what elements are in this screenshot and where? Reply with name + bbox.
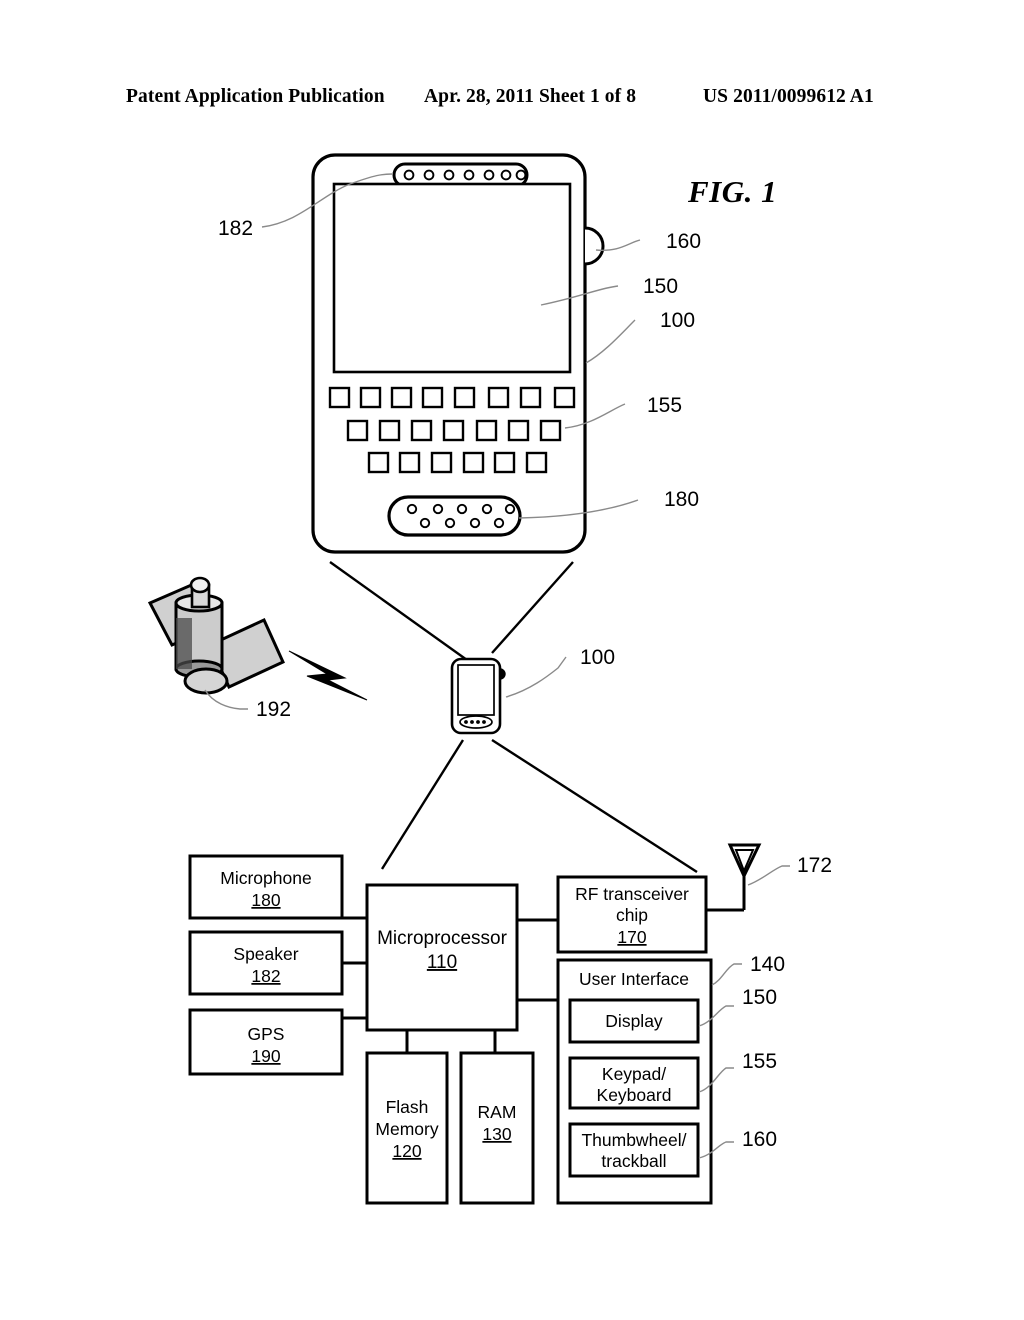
block-microprocessor-label: Microprocessor (377, 928, 508, 949)
patent-figure-drawing: 182 160 150 100 155 180 192 100 172 Micr… (147, 153, 832, 1205)
block-gps-num: 190 (251, 1046, 280, 1066)
block-gps-label: GPS (248, 1024, 285, 1044)
small-device-icon (450, 657, 506, 735)
device-microphone-grill (387, 495, 522, 537)
connector-device-to-top-left (329, 561, 468, 661)
block-flash-memory-num: 120 (392, 1141, 421, 1161)
callout-160-block: 160 (742, 1128, 777, 1151)
callout-150: 150 (643, 275, 678, 298)
block-microprocessor-num: 110 (427, 952, 457, 973)
block-keypad-label-line2: Keyboard (597, 1085, 672, 1105)
callout-160: 160 (666, 230, 701, 253)
block-flash-memory-label-line1: Flash (386, 1097, 429, 1117)
connector-device-to-bottom-right (491, 738, 698, 874)
block-microphone: Microphone 180 (188, 854, 344, 920)
block-keypad-label-line1: Keypad/ (602, 1064, 666, 1084)
block-thumbwheel-label-line1: Thumbwheel/ (581, 1130, 686, 1150)
callout-155: 155 (647, 394, 682, 417)
signal-lightning-bolt (288, 650, 368, 701)
block-flash-memory-label-line2: Memory (375, 1119, 438, 1139)
block-rf-transceiver-label-line1: RF transceiver (575, 884, 689, 904)
block-microphone-num: 180 (251, 890, 280, 910)
block-rf-transceiver-num: 170 (617, 927, 646, 947)
block-ram-label: RAM (478, 1102, 517, 1122)
callout-180-top: 180 (664, 488, 699, 511)
callout-100-top: 100 (660, 309, 695, 332)
block-diagram: 172 Microphone 180 Speaker 182 GPS 190 M… (188, 843, 832, 1205)
block-speaker: Speaker 182 (188, 930, 344, 996)
leader-line-device-top (585, 319, 636, 364)
block-rf-transceiver-label-line2: chip (616, 905, 648, 925)
block-ram: RAM 130 (459, 1051, 535, 1205)
callout-192: 192 (256, 698, 291, 721)
callout-140: 140 (750, 953, 785, 976)
block-ram-num: 130 (482, 1124, 511, 1144)
block-microphone-label: Microphone (220, 868, 311, 888)
block-flash-memory: Flash Memory 120 (365, 1051, 449, 1205)
block-display: Display (568, 998, 700, 1044)
block-thumbwheel-trackball: Thumbwheel/ trackball (568, 1122, 700, 1178)
device-display-screen (332, 182, 572, 374)
block-rf-transceiver: RF transceiver chip 170 (556, 875, 708, 954)
block-gps: GPS 190 (188, 1008, 344, 1076)
block-speaker-label: Speaker (233, 944, 298, 964)
callout-155-block: 155 (742, 1050, 777, 1073)
antenna-icon (727, 843, 762, 880)
connector-device-to-bottom-left (380, 739, 465, 870)
leader-line-small-device (505, 656, 567, 698)
handheld-device-illustration: 182 160 150 100 155 180 (218, 153, 701, 554)
device-thumbwheel (584, 226, 605, 266)
network-illustration: 192 100 (147, 561, 698, 874)
callout-172: 172 (797, 854, 832, 877)
callout-182: 182 (218, 217, 253, 240)
leader-line-user-interface (711, 963, 742, 986)
block-speaker-num: 182 (251, 966, 280, 986)
block-thumbwheel-label-line2: trackball (601, 1151, 666, 1171)
callout-100-middle: 100 (580, 646, 615, 669)
block-keypad-keyboard: Keypad/ Keyboard (568, 1056, 700, 1110)
block-user-interface: User Interface Display Keypad/ Keyboard … (556, 958, 713, 1205)
satellite-icon (147, 576, 285, 695)
callout-150-block: 150 (742, 986, 777, 1009)
block-user-interface-label: User Interface (579, 969, 689, 989)
connector-device-to-top-right (491, 561, 574, 654)
block-display-label: Display (605, 1011, 663, 1031)
block-microprocessor: Microprocessor 110 (365, 883, 519, 1032)
leader-line-antenna (747, 865, 790, 886)
